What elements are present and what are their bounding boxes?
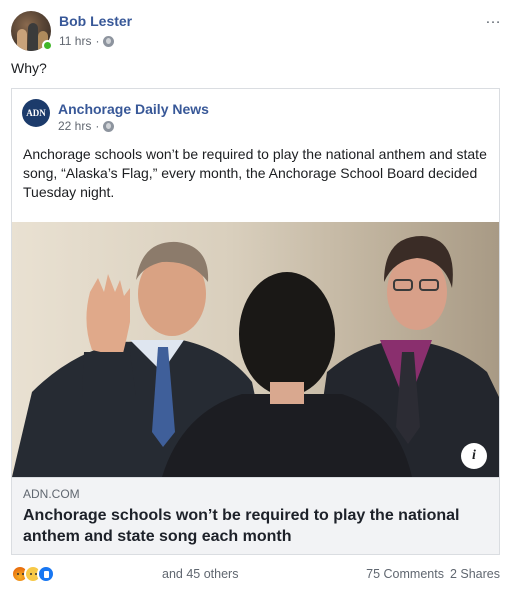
comments-count[interactable]: 75 Comments xyxy=(366,567,444,581)
link-domain: ADN.COM xyxy=(23,487,80,501)
like-icon xyxy=(37,565,55,583)
photo-illustration xyxy=(12,236,499,477)
post-meta: 11 hrs · xyxy=(59,34,115,48)
link-preview-image[interactable]: i xyxy=(12,222,499,477)
author-name[interactable]: Bob Lester xyxy=(59,13,132,29)
globe-icon[interactable] xyxy=(103,120,115,132)
reaction-count[interactable]: and 45 others xyxy=(162,567,238,581)
source-logo[interactable]: ADN xyxy=(22,99,50,127)
feed-post: Bob Lester 11 hrs · … Why? ADN Anchorage… xyxy=(0,0,510,596)
shared-post-card: ADN Anchorage Daily News 22 hrs · Anchor… xyxy=(11,88,500,555)
info-icon[interactable]: i xyxy=(461,443,487,469)
link-title[interactable]: Anchorage schools won’t be required to p… xyxy=(23,505,483,547)
meta-separator: · xyxy=(95,119,100,133)
online-status-indicator xyxy=(42,40,53,51)
more-options-button[interactable]: … xyxy=(485,10,502,28)
source-name[interactable]: Anchorage Daily News xyxy=(58,101,209,117)
engagement-counts: 75 Comments 2 Shares xyxy=(366,567,500,581)
globe-icon[interactable] xyxy=(103,35,115,47)
source-meta: 22 hrs · xyxy=(58,119,115,133)
link-preview-footer[interactable]: ADN.COM Anchorage schools won’t be requi… xyxy=(12,477,499,554)
shares-count[interactable]: 2 Shares xyxy=(450,567,500,581)
source-timestamp[interactable]: 22 hrs xyxy=(58,119,91,133)
reaction-icons[interactable] xyxy=(11,565,55,583)
post-text: Why? xyxy=(11,60,47,76)
post-timestamp[interactable]: 11 hrs xyxy=(59,34,91,48)
shared-post-text: Anchorage schools won’t be required to p… xyxy=(23,146,487,200)
meta-separator: · xyxy=(95,34,100,48)
